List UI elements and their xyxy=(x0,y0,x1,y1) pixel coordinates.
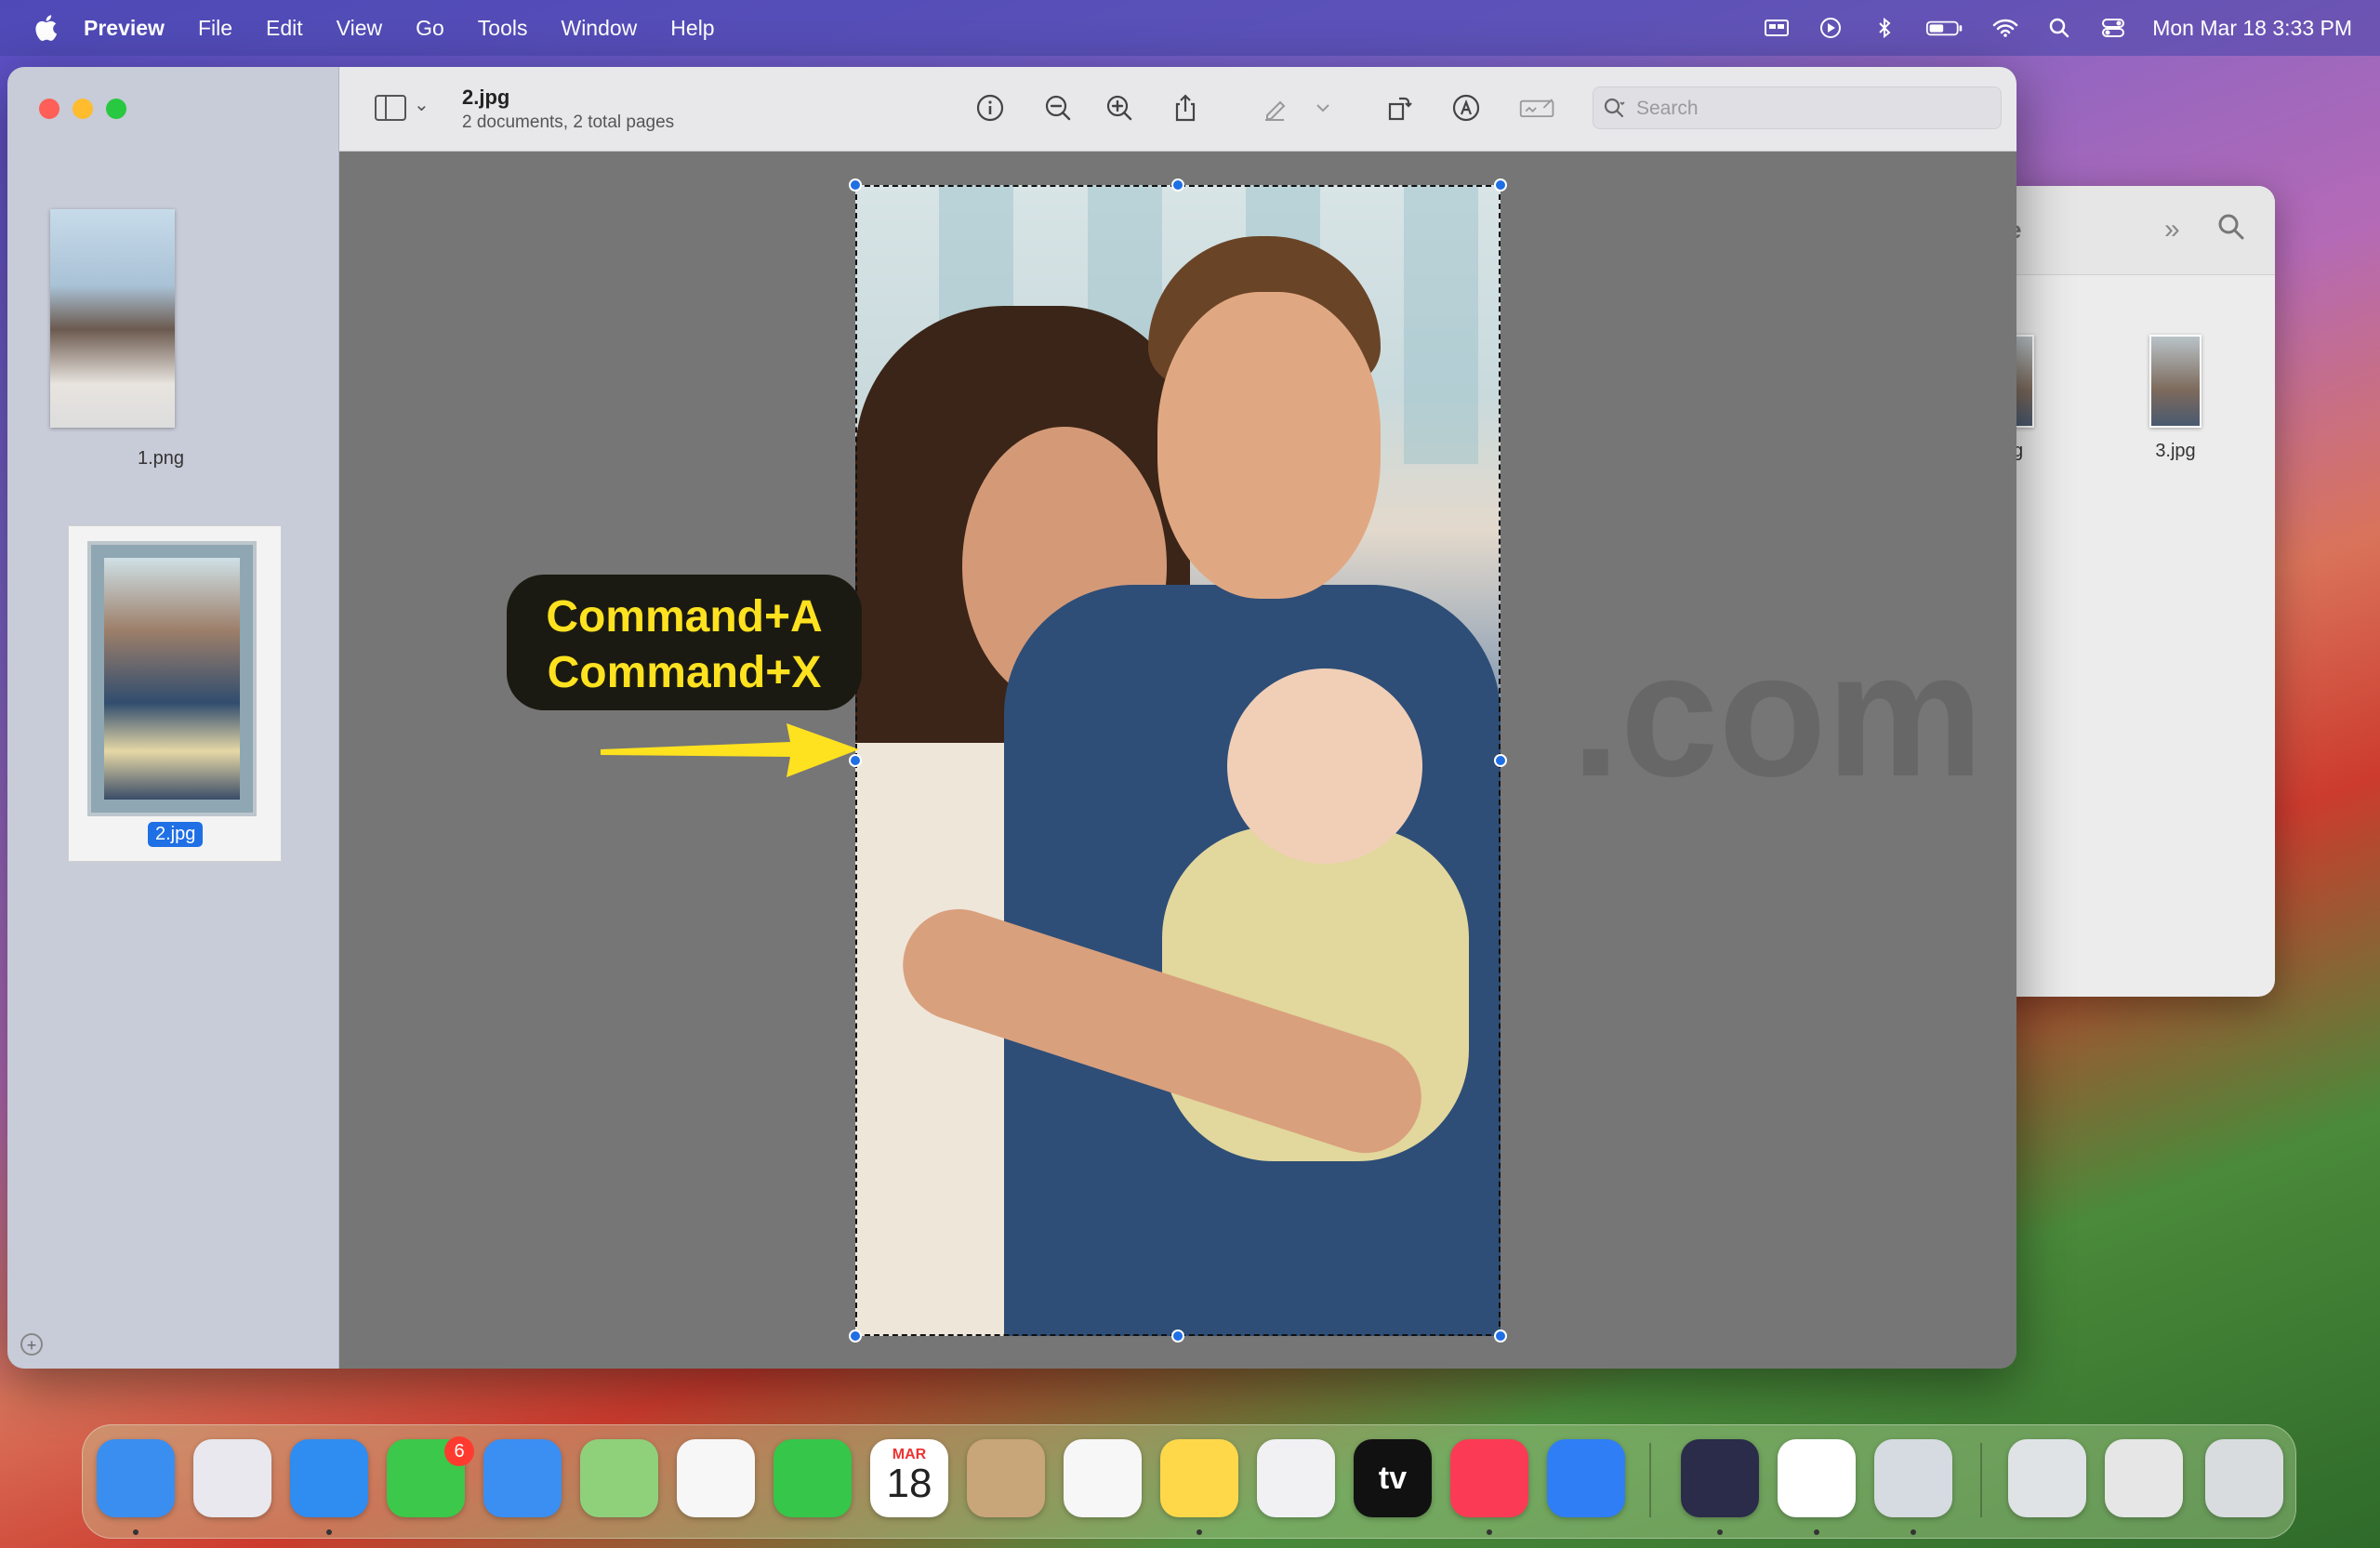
zoom-out-icon[interactable] xyxy=(1041,91,1075,125)
selection-handle[interactable] xyxy=(1494,1330,1507,1343)
app-store-icon[interactable] xyxy=(1547,1439,1625,1517)
selection-handle[interactable] xyxy=(1171,1330,1184,1343)
freeform-icon[interactable] xyxy=(1257,1439,1335,1517)
finder-file[interactable]: 3.jpg xyxy=(2120,335,2231,462)
shortcut-line-1: Command+A xyxy=(546,592,823,642)
menu-app-name[interactable]: Preview xyxy=(84,16,165,41)
menu-go[interactable]: Go xyxy=(416,16,444,41)
tv-icon[interactable]: tv xyxy=(1354,1439,1432,1517)
menu-view[interactable]: View xyxy=(337,16,382,41)
search-field[interactable]: Search xyxy=(1593,86,2002,129)
running-indicator xyxy=(326,1529,332,1535)
search-placeholder: Search xyxy=(1636,98,1699,119)
add-page-icon[interactable]: + xyxy=(20,1333,43,1356)
wifi-icon[interactable] xyxy=(1990,15,2020,41)
search-icon xyxy=(1604,98,1625,118)
document-subtitle: 2 documents, 2 total pages xyxy=(462,112,675,132)
selection-handle[interactable] xyxy=(1171,179,1184,192)
close-button[interactable] xyxy=(39,99,60,119)
page-thumbnail-label: 1.png xyxy=(138,448,185,469)
music-icon[interactable] xyxy=(1450,1439,1528,1517)
launchpad-icon[interactable] xyxy=(193,1439,271,1517)
preview-sidebar: 1.png 2.jpg + xyxy=(7,67,339,1369)
recent-photos-icon[interactable] xyxy=(2008,1439,2086,1517)
menu-bar: Preview File Edit View Go Tools Window H… xyxy=(0,0,2380,56)
menu-clock[interactable]: Mon Mar 18 3:33 PM xyxy=(2152,16,2352,41)
bluetooth-icon[interactable] xyxy=(1870,15,1899,41)
running-indicator xyxy=(133,1529,139,1535)
play-icon[interactable] xyxy=(1816,15,1845,41)
document-title: 2.jpg xyxy=(462,86,510,109)
running-indicator xyxy=(1487,1529,1492,1535)
running-indicator xyxy=(1911,1529,1916,1535)
selection-handle[interactable] xyxy=(1494,754,1507,767)
page-thumbnail-1[interactable] xyxy=(50,209,175,428)
menu-file[interactable]: File xyxy=(198,16,232,41)
menu-tools[interactable]: Tools xyxy=(478,16,528,41)
arrow-right-icon xyxy=(601,723,859,777)
control-center-icon[interactable] xyxy=(2098,15,2128,41)
selection-handle[interactable] xyxy=(849,179,862,192)
battery-icon[interactable] xyxy=(1924,15,1966,41)
file-name: 3.jpg xyxy=(2155,441,2196,461)
highlight-chevron-icon[interactable] xyxy=(1306,91,1340,125)
shortcut-line-2: Command+X xyxy=(547,648,822,697)
finder-window[interactable]: e » .jpg 3.jpg xyxy=(1990,186,2275,997)
apple-menu-icon[interactable] xyxy=(33,14,58,42)
trash-icon[interactable] xyxy=(2205,1439,2283,1517)
selection-rectangle[interactable] xyxy=(855,185,1501,1336)
form-filling-icon[interactable] xyxy=(1516,91,1559,125)
preview-icon[interactable] xyxy=(1874,1439,1952,1517)
photos-icon[interactable] xyxy=(677,1439,755,1517)
running-indicator xyxy=(1814,1529,1819,1535)
zoom-button[interactable] xyxy=(106,99,126,119)
zoom-in-icon[interactable] xyxy=(1103,91,1136,125)
calendar-icon[interactable]: MAR 18 xyxy=(870,1439,948,1517)
rotate-icon[interactable] xyxy=(1382,91,1416,125)
calendar-day: 18 xyxy=(886,1461,932,1506)
file-thumbnail xyxy=(2149,335,2202,428)
sidebar-toggle-icon[interactable] xyxy=(375,95,406,121)
notification-badge: 6 xyxy=(444,1436,474,1466)
reminders-icon[interactable] xyxy=(1064,1439,1142,1517)
maps-icon[interactable] xyxy=(580,1439,658,1517)
facetime-icon[interactable] xyxy=(774,1439,852,1517)
safari-icon[interactable] xyxy=(290,1439,368,1517)
notes-icon[interactable] xyxy=(1160,1439,1238,1517)
contacts-icon[interactable] xyxy=(967,1439,1045,1517)
dock-separator xyxy=(1980,1443,1982,1517)
finder-toolbar: e » xyxy=(1990,186,2275,275)
recent-music-icon[interactable] xyxy=(2105,1439,2183,1517)
shortcuts-icon[interactable] xyxy=(1681,1439,1759,1517)
markup-icon[interactable] xyxy=(1449,91,1483,125)
finder-search-icon[interactable] xyxy=(2216,212,2246,242)
chevron-down-icon[interactable]: ⌄ xyxy=(414,93,430,116)
selection-handle[interactable] xyxy=(1494,179,1507,192)
selection-handle[interactable] xyxy=(849,1330,862,1343)
chrome-icon[interactable] xyxy=(1778,1439,1856,1517)
page-thumbnail-2-selected[interactable]: 2.jpg xyxy=(68,525,282,862)
mail-icon[interactable] xyxy=(483,1439,562,1517)
display-icon[interactable] xyxy=(1762,15,1792,41)
menu-edit[interactable]: Edit xyxy=(266,16,303,41)
preview-toolbar: ⌄ 2.jpg 2 documents, 2 total pages Searc… xyxy=(339,67,2016,152)
running-indicator xyxy=(1197,1529,1202,1535)
page-thumbnail-label: 2.jpg xyxy=(148,822,204,847)
window-controls xyxy=(39,99,126,119)
running-indicator xyxy=(1717,1529,1723,1535)
share-icon[interactable] xyxy=(1169,91,1202,125)
finder-icon[interactable] xyxy=(97,1439,175,1517)
spotlight-search-icon[interactable] xyxy=(2044,15,2074,41)
dock-separator xyxy=(1649,1443,1651,1517)
watermark-text: .com xyxy=(1571,616,1984,814)
menu-help[interactable]: Help xyxy=(670,16,714,41)
minimize-button[interactable] xyxy=(73,99,93,119)
more-chevron-icon[interactable]: » xyxy=(2164,214,2180,245)
page-thumbnail-2 xyxy=(87,541,257,816)
highlight-pen-icon[interactable] xyxy=(1258,91,1291,125)
keyboard-shortcut-callout: Command+A Command+X xyxy=(507,575,862,710)
menu-window[interactable]: Window xyxy=(561,16,637,41)
info-icon[interactable] xyxy=(973,91,1007,125)
